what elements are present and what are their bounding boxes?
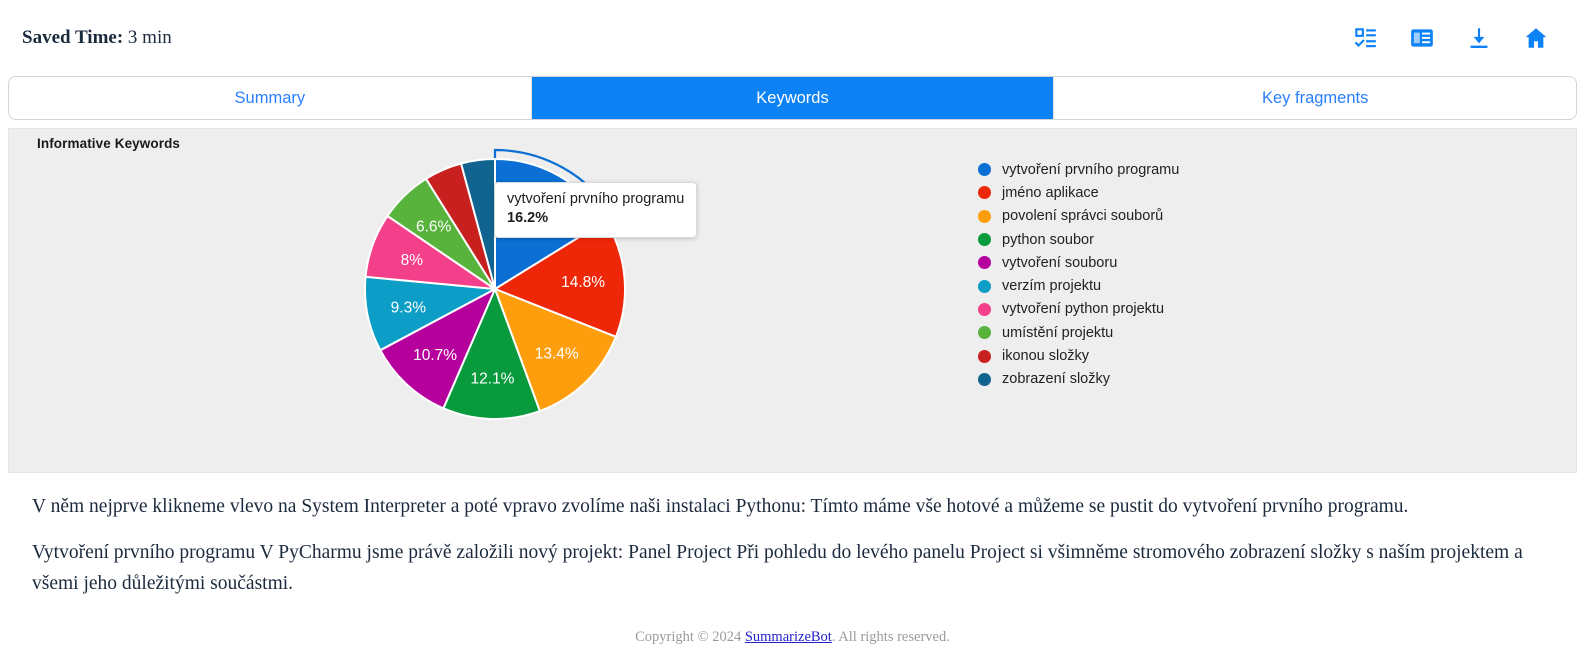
pie-slice-label: 6.6% [416, 218, 452, 235]
legend-item-label: vytvoření python projektu [1002, 301, 1165, 318]
tooltip-name: vytvoření prvního programu [507, 191, 685, 207]
tooltip-value: 16.2% [507, 210, 549, 226]
tab-bar: Summary Keywords Key fragments [8, 76, 1577, 120]
footer-prefix: Copyright © 2024 [635, 629, 745, 645]
legend-item[interactable]: ikonou složky [978, 344, 1179, 367]
legend-item-label: zobrazení složky [1002, 371, 1110, 388]
saved-time-value: 3 min [127, 27, 172, 48]
pie-slice-label: 10.7% [413, 347, 457, 364]
legend-item[interactable]: python soubor [978, 228, 1179, 251]
legend-color-swatch [978, 209, 991, 223]
footer-suffix: . All rights reserved. [831, 629, 950, 645]
summary-paragraph: V něm nejprve klikneme vlevo na System I… [32, 496, 1409, 517]
pie-legend: vytvoření prvního programu jméno aplikace… [978, 158, 1179, 391]
saved-time-label: Saved Time: [22, 27, 124, 48]
pie-slice-label: 12.1% [471, 370, 515, 387]
tab-key-fragments[interactable]: Key fragments [1054, 77, 1576, 119]
app-page: Saved Time: 3 min Summary Keywords Key f… [0, 0, 1585, 654]
legend-color-swatch [978, 302, 991, 316]
legend-item-label: ikonou složky [1002, 348, 1090, 365]
legend-item[interactable]: povolení správci souborů [978, 205, 1179, 228]
legend-color-swatch [978, 279, 991, 293]
pie-slice-label: 8% [401, 252, 424, 269]
header-icon-bar [1352, 25, 1561, 51]
informative-keywords-panel: Informative Keywords 16.2% 14.8% 13.4% 12.1… [8, 128, 1577, 473]
tab-keywords[interactable]: Keywords [531, 77, 1055, 119]
legend-item[interactable]: vytvoření prvního programu [978, 158, 1179, 181]
legend-item-label: vytvoření souboru [1002, 254, 1118, 271]
legend-color-swatch [978, 186, 991, 200]
legend-color-swatch [978, 233, 991, 247]
legend-item[interactable]: jméno aplikace [978, 181, 1179, 204]
legend-color-swatch [978, 372, 991, 386]
legend-item[interactable]: umístění projektu [978, 321, 1179, 344]
fact-check-icon[interactable] [1352, 25, 1378, 51]
summarizebot-link[interactable]: SummarizeBot [745, 629, 832, 645]
pie-tooltip: vytvoření prvního programu 16.2% [494, 182, 698, 238]
pie-chart[interactable]: 16.2% 14.8% 13.4% 12.1% 10.7% 9.3% 8% 6.6% vytv… [349, 139, 709, 439]
legend-item-label: vytvoření prvního programu [1002, 161, 1180, 178]
pie-slice-label: 9.3% [391, 299, 427, 316]
saved-time: Saved Time: 3 min [22, 27, 172, 49]
legend-color-swatch [978, 163, 991, 177]
legend-item-label: umístění projektu [1002, 324, 1114, 341]
footer: Copyright © 2024 SummarizeBot. All right… [0, 629, 1585, 646]
summary-text: V něm nejprve klikneme vlevo na System I… [8, 473, 1577, 618]
legend-item-label: verzím projektu [1002, 278, 1102, 295]
legend-color-swatch [978, 349, 991, 363]
legend-color-swatch [978, 326, 991, 340]
home-icon[interactable] [1523, 25, 1549, 51]
legend-item-label: povolení správci souborů [1002, 208, 1164, 225]
legend-item[interactable]: vytvoření python projektu [978, 298, 1179, 321]
legend-item-label: jméno aplikace [1002, 184, 1099, 201]
pie-slice-label: 14.8% [561, 274, 605, 291]
article-icon[interactable] [1409, 25, 1435, 51]
summary-paragraph: Vytvoření prvního programu V PyCharmu js… [32, 541, 1523, 595]
legend-item[interactable]: vytvoření souboru [978, 251, 1179, 274]
legend-item[interactable]: verzím projektu [978, 274, 1179, 297]
legend-color-swatch [978, 256, 991, 270]
pie-slice-label: 13.4% [535, 345, 579, 362]
app-header: Saved Time: 3 min [0, 0, 1585, 76]
panel-title: Informative Keywords [37, 136, 181, 151]
legend-item[interactable]: zobrazení složky [978, 368, 1179, 391]
legend-item-label: python soubor [1002, 231, 1094, 248]
tab-summary[interactable]: Summary [9, 77, 532, 119]
download-icon[interactable] [1466, 25, 1492, 51]
